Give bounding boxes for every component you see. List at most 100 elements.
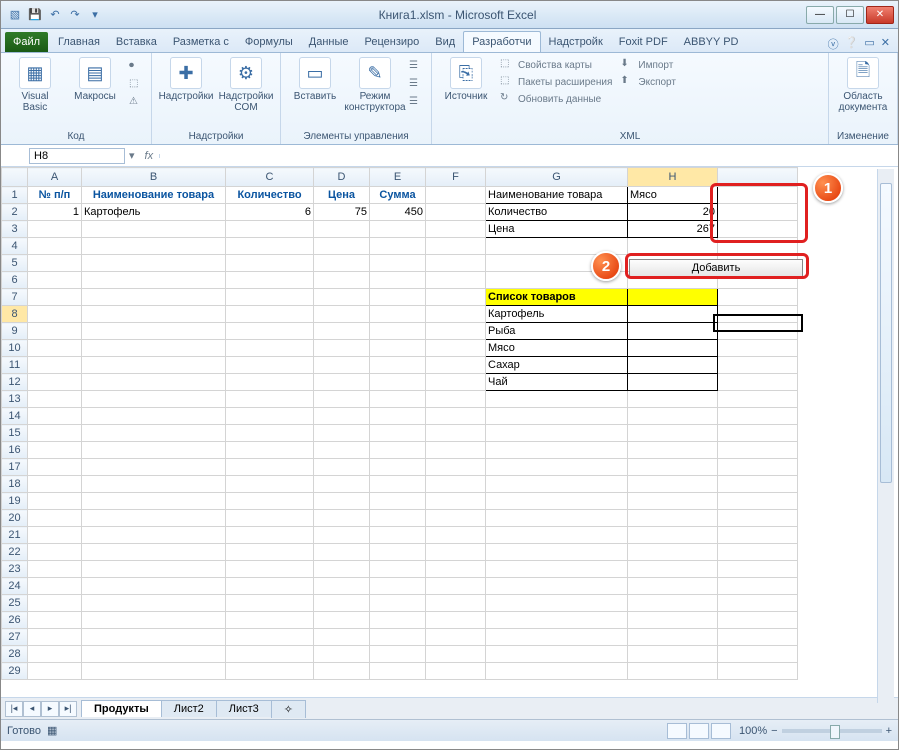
tab-file[interactable]: Файл [5,32,48,52]
cell[interactable]: Картофель [486,306,628,323]
worksheet-grid[interactable]: A B C D E F G H 1 № п/п Наименование тов… [1,167,898,697]
cell[interactable]: Сумма [370,187,426,204]
design-mode-button[interactable]: ✎Режим конструктора [347,55,403,115]
macros-button[interactable]: ▤Макросы [67,55,123,104]
undo-icon[interactable]: ↶ [47,7,63,23]
addins-button[interactable]: ✚Надстройки [158,55,214,104]
row-header[interactable]: 10 [2,340,28,357]
view-layout-button[interactable] [689,723,709,739]
cell[interactable]: Количество [226,187,314,204]
sheet-tab[interactable]: Лист3 [216,700,272,717]
row-header[interactable]: 1 [2,187,28,204]
window-restore-icon[interactable]: ▭ [864,36,874,52]
help-icon[interactable]: ❔ [845,36,859,52]
properties-button[interactable]: ☰ [407,59,425,75]
tab-review[interactable]: Рецензиро [357,32,428,52]
cell[interactable]: Наименование товара [486,187,628,204]
cell[interactable]: Список товаров [486,289,628,306]
col-header-C[interactable]: C [226,168,314,187]
cell[interactable]: Чай [486,374,628,391]
document-panel-button[interactable]: 🗎Область документа [835,55,891,115]
formula-input[interactable] [159,154,898,158]
col-header-F[interactable]: F [426,168,486,187]
tab-view[interactable]: Вид [427,32,463,52]
name-box[interactable]: H8 [29,148,125,164]
tab-foxit[interactable]: Foxit PDF [611,32,676,52]
active-cell[interactable] [628,306,718,323]
zoom-level[interactable]: 100% [739,725,767,737]
zoom-slider[interactable] [782,729,882,733]
select-all-button[interactable] [2,168,28,187]
record-macro-button[interactable]: ⏺ [127,59,145,75]
cell[interactable]: 1 [28,204,82,221]
save-icon[interactable]: 💾 [27,7,43,23]
cell[interactable]: 450 [370,204,426,221]
window-close-icon[interactable]: ✕ [881,36,890,52]
macro-security-button[interactable]: ⚠ [127,95,145,111]
close-button[interactable]: ✕ [866,6,894,24]
cell[interactable]: 6 [226,204,314,221]
redo-icon[interactable]: ↷ [67,7,83,23]
cell[interactable]: 20 [628,204,718,221]
sheet-nav-prev[interactable]: ◂ [23,701,41,717]
com-addins-button[interactable]: ⚙Надстройки COM [218,55,274,115]
sheet-tab[interactable]: Лист2 [161,700,217,717]
cell[interactable]: Картофель [82,204,226,221]
col-header-B[interactable]: B [82,168,226,187]
zoom-in-button[interactable]: + [886,725,892,737]
view-normal-button[interactable] [667,723,687,739]
sheet-nav-last[interactable]: ▸| [59,701,77,717]
vertical-scrollbar[interactable] [877,169,894,703]
cell[interactable]: Наименование товара [82,187,226,204]
tab-abbyy[interactable]: ABBYY PD [676,32,747,52]
cell[interactable]: Мясо [486,340,628,357]
tab-developer[interactable]: Разработчи [463,31,540,52]
col-header-E[interactable]: E [370,168,426,187]
refresh-data-button[interactable]: ↻Обновить данные [498,91,614,107]
cell[interactable]: Мясо [628,187,718,204]
cell[interactable]: 267 [628,221,718,238]
view-break-button[interactable] [711,723,731,739]
col-header-H[interactable]: H [628,168,718,187]
cell[interactable]: Количество [486,204,628,221]
sheet-nav-next[interactable]: ▸ [41,701,59,717]
new-sheet-button[interactable]: ✧ [271,700,306,718]
row-header[interactable]: 12 [2,374,28,391]
sheet-tab[interactable]: Продукты [81,700,162,717]
cell[interactable]: 75 [314,204,370,221]
import-button[interactable]: ⬇Импорт [618,57,678,73]
cell[interactable]: Цена [314,187,370,204]
ribbon-minimize-icon[interactable]: ⓥ [828,36,839,52]
add-button[interactable]: Добавить [629,259,803,277]
tab-formulas[interactable]: Формулы [237,32,301,52]
namebox-dropdown-icon[interactable]: ▾ [125,149,139,162]
tab-home[interactable]: Главная [50,32,108,52]
tab-insert[interactable]: Вставка [108,32,165,52]
tab-data[interactable]: Данные [301,32,357,52]
col-header-G[interactable]: G [486,168,628,187]
row-header[interactable]: 6 [2,272,28,289]
row-header[interactable]: 3 [2,221,28,238]
cell[interactable]: Сахар [486,357,628,374]
view-code-button[interactable]: ☰ [407,77,425,93]
relative-ref-button[interactable]: ⬚ [127,77,145,93]
cell[interactable]: № п/п [28,187,82,204]
col-header-D[interactable]: D [314,168,370,187]
row-header[interactable]: 11 [2,357,28,374]
row-header[interactable]: 2 [2,204,28,221]
zoom-out-button[interactable]: − [771,725,777,737]
visual-basic-button[interactable]: ▦Visual Basic [7,55,63,115]
row-header[interactable]: 5 [2,255,28,272]
qat-more-icon[interactable]: ▾ [87,7,103,23]
col-header-A[interactable]: A [28,168,82,187]
fx-icon[interactable]: fx [139,150,160,162]
tab-addins[interactable]: Надстройк [541,32,611,52]
export-button[interactable]: ⬆Экспорт [618,74,678,90]
run-dialog-button[interactable]: ☰ [407,95,425,111]
tab-layout[interactable]: Разметка с [165,32,237,52]
row-header[interactable]: 4 [2,238,28,255]
minimize-button[interactable]: — [806,6,834,24]
map-properties-button[interactable]: ⬚Свойства карты [498,57,614,73]
row-header[interactable]: 9 [2,323,28,340]
cell[interactable]: Цена [486,221,628,238]
